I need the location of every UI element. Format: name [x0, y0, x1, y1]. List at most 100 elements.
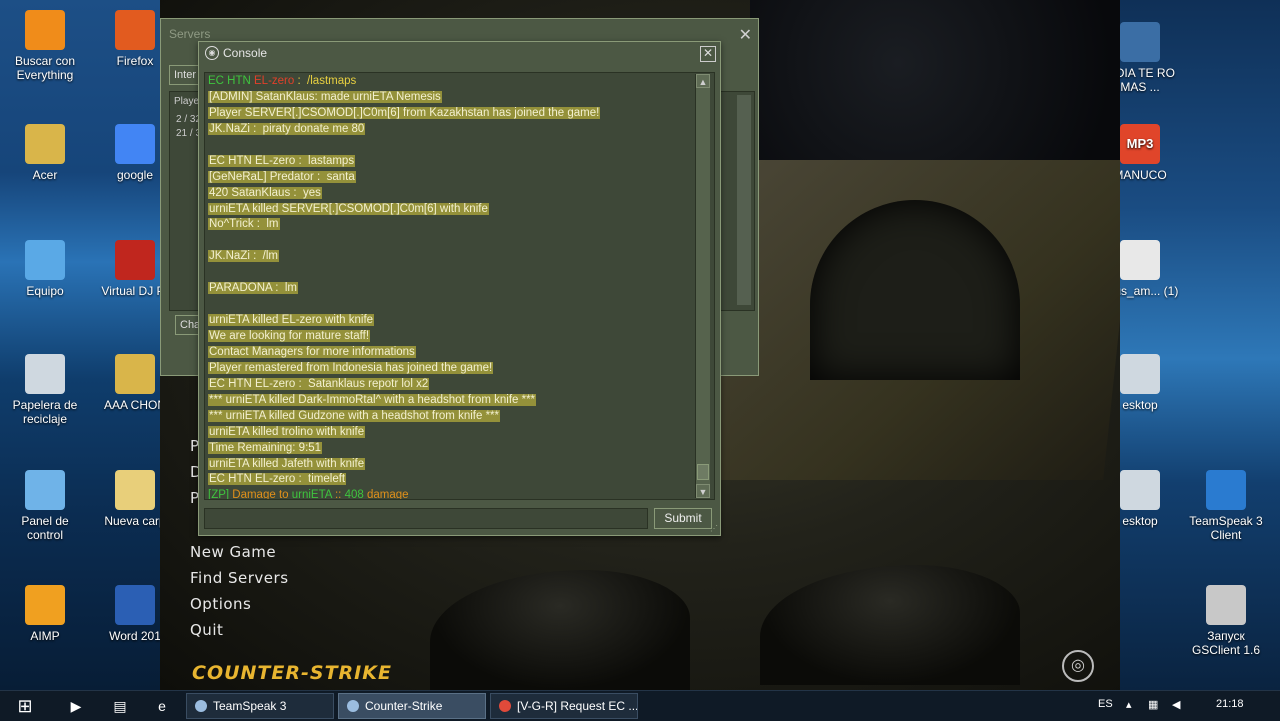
console-line: Time Remaining: 9:51	[208, 441, 600, 457]
console-text: urniETA killed EL-zero with knife	[208, 314, 375, 327]
console-text: EC HTN	[208, 75, 254, 87]
counter-strike-icon	[1206, 585, 1246, 625]
video-file-icon	[1120, 22, 1160, 62]
console-text: [ZP]	[208, 489, 233, 500]
console-line: JK.NaZi : piraty donate me 80	[208, 122, 600, 138]
close-icon[interactable]: ✕	[700, 46, 716, 62]
console-text: urniETA killed Jafeth with knife	[208, 457, 366, 470]
console-input[interactable]	[204, 508, 648, 529]
player-hand-right	[760, 565, 1020, 685]
taskbar-label: Counter-Strike	[365, 699, 443, 713]
menu-quit[interactable]: Quit	[190, 621, 223, 639]
console-line: EC HTN EL-zero : Satanklaus repotr lol x…	[208, 377, 600, 393]
console-window: ◉ Console ✕ EC HTN EL-zero : /lastmaps [A…	[198, 41, 721, 536]
column-header-players[interactable]: Playe	[174, 96, 199, 107]
desktop-icon-label: AIMP	[30, 629, 60, 643]
console-text: [ADMIN] SatanKlaus: made urniETA Nemesis	[208, 90, 442, 103]
console-line: JK.NaZi : /lm	[208, 249, 600, 265]
windows-start-icon[interactable]: ⊞	[8, 694, 42, 718]
console-text: urniETA	[291, 489, 332, 500]
console-line: [GeNeRaL] Predator : santa	[208, 170, 600, 186]
search-icon	[25, 10, 65, 50]
console-line: Contact Managers for more informations	[208, 345, 600, 361]
resize-grip-icon[interactable]: ⋰	[710, 524, 718, 533]
desktop-icon[interactable]: Equipo	[5, 240, 85, 298]
submit-button[interactable]: Submit	[654, 508, 712, 529]
mp3-icon: MP3	[1120, 124, 1160, 164]
desktop-icon-label: Запуск GSClient 1.6	[1191, 629, 1261, 657]
console-text: Player remastered from Indonesia has joi…	[208, 361, 494, 374]
desktop-icon[interactable]: Buscar con Everything	[5, 10, 85, 82]
console-text: *** urniETA killed Dark-ImmoRtal^ with a…	[208, 393, 537, 406]
console-line: No^Trick : lm	[208, 217, 600, 233]
desktop-icon[interactable]: Acer	[5, 124, 85, 182]
user-folder-icon	[25, 124, 65, 164]
desktop-icon[interactable]: Panel de control	[5, 470, 85, 542]
console-text: urniETA killed trolino with knife	[208, 425, 366, 438]
word-icon	[115, 585, 155, 625]
console-line: *** urniETA killed Gudzone with a headsh…	[208, 409, 600, 425]
desktop-icon[interactable]: TeamSpeak 3 Client	[1186, 470, 1266, 542]
menu-new-game[interactable]: New Game	[190, 543, 276, 561]
console-text: JK.NaZi : /lm	[208, 250, 280, 263]
desktop-icon-label: Equipo	[26, 284, 64, 298]
console-header: ◉ Console	[205, 46, 267, 60]
file-explorer-icon[interactable]: ▤	[110, 696, 130, 716]
firefox-icon	[115, 10, 155, 50]
player-hand-left	[430, 570, 690, 690]
counter-strike-icon	[347, 700, 359, 712]
language-indicator[interactable]: ES	[1098, 698, 1113, 710]
console-text: : /lastmaps	[294, 75, 357, 87]
console-text: Time Remaining: 9:51	[208, 441, 323, 454]
desktop-icon-label: TeamSpeak 3 Client	[1189, 514, 1263, 542]
internet-explorer-icon[interactable]: e	[152, 696, 172, 716]
chrome-icon	[499, 700, 511, 712]
taskbar: ⊞ ▶ ▤ e TeamSpeak 3 Counter-Strike [V-G-…	[0, 690, 1280, 721]
close-icon[interactable]: ✕	[739, 25, 752, 45]
computer-icon	[25, 240, 65, 280]
console-line: EC HTN EL-zero : timeleft	[208, 472, 600, 488]
file-icon	[1120, 470, 1160, 510]
taskbar-button-chrome[interactable]: [V-G-R] Request EC ...	[490, 693, 638, 719]
taskbar-label: [V-G-R] Request EC ...	[517, 699, 638, 713]
teamspeak-icon	[195, 700, 207, 712]
clock[interactable]: 21:18	[1216, 698, 1244, 710]
script-file-icon	[1120, 240, 1160, 280]
media-player-icon[interactable]: ▶	[66, 696, 86, 716]
taskbar-button-counter-strike[interactable]: Counter-Strike	[338, 693, 486, 719]
tray-chevron-icon[interactable]: ▴	[1126, 698, 1132, 711]
console-text: Damage to	[232, 489, 292, 500]
menu-find-servers[interactable]: Find Servers	[190, 569, 289, 587]
console-scrollbar[interactable]: ▲ ▼	[695, 74, 710, 498]
console-line: urniETA killed trolino with knife	[208, 425, 600, 441]
console-text: 420 SatanKlaus : yes	[208, 186, 322, 199]
desktop-icon[interactable]: Запуск GSClient 1.6	[1186, 585, 1266, 657]
scroll-thumb[interactable]	[697, 464, 709, 480]
chrome-icon	[115, 124, 155, 164]
counter-strike-logo: COUNTER-STRIKE	[192, 662, 392, 684]
console-text: [GeNeRaL] Predator : santa	[208, 170, 356, 183]
scroll-up-arrow-icon[interactable]: ▲	[696, 74, 710, 88]
menu-options[interactable]: Options	[190, 595, 251, 613]
console-text: No^Trick : lm	[208, 218, 280, 231]
console-output[interactable]: EC HTN EL-zero : /lastmaps [ADMIN] SatanK…	[204, 72, 715, 500]
desktop-icon-label: Buscar con Everything	[14, 54, 76, 82]
desktop-icon[interactable]: Papelera de reciclaje	[5, 354, 85, 426]
volume-icon[interactable]: ◀	[1172, 698, 1180, 711]
network-icon[interactable]: ▦	[1148, 698, 1158, 711]
console-line: urniETA killed EL-zero with knife	[208, 313, 600, 329]
scroll-down-arrow-icon[interactable]: ▼	[696, 484, 710, 498]
counter-strike-badge-icon: ◎	[1062, 650, 1094, 682]
taskbar-button-teamspeak[interactable]: TeamSpeak 3	[186, 693, 334, 719]
console-text: We are looking for mature staff!	[208, 330, 371, 342]
desktop-icon-label: Acer	[32, 168, 58, 182]
console-lines: EC HTN EL-zero : /lastmaps [ADMIN] SatanK…	[208, 74, 601, 500]
server-list-scrollbar[interactable]	[737, 95, 751, 305]
console-text: EL-zero	[254, 75, 295, 87]
console-line: [ZP] Damage to urniETA :: 408 damage	[208, 488, 600, 500]
desktop-icon[interactable]: AIMP	[5, 585, 85, 643]
